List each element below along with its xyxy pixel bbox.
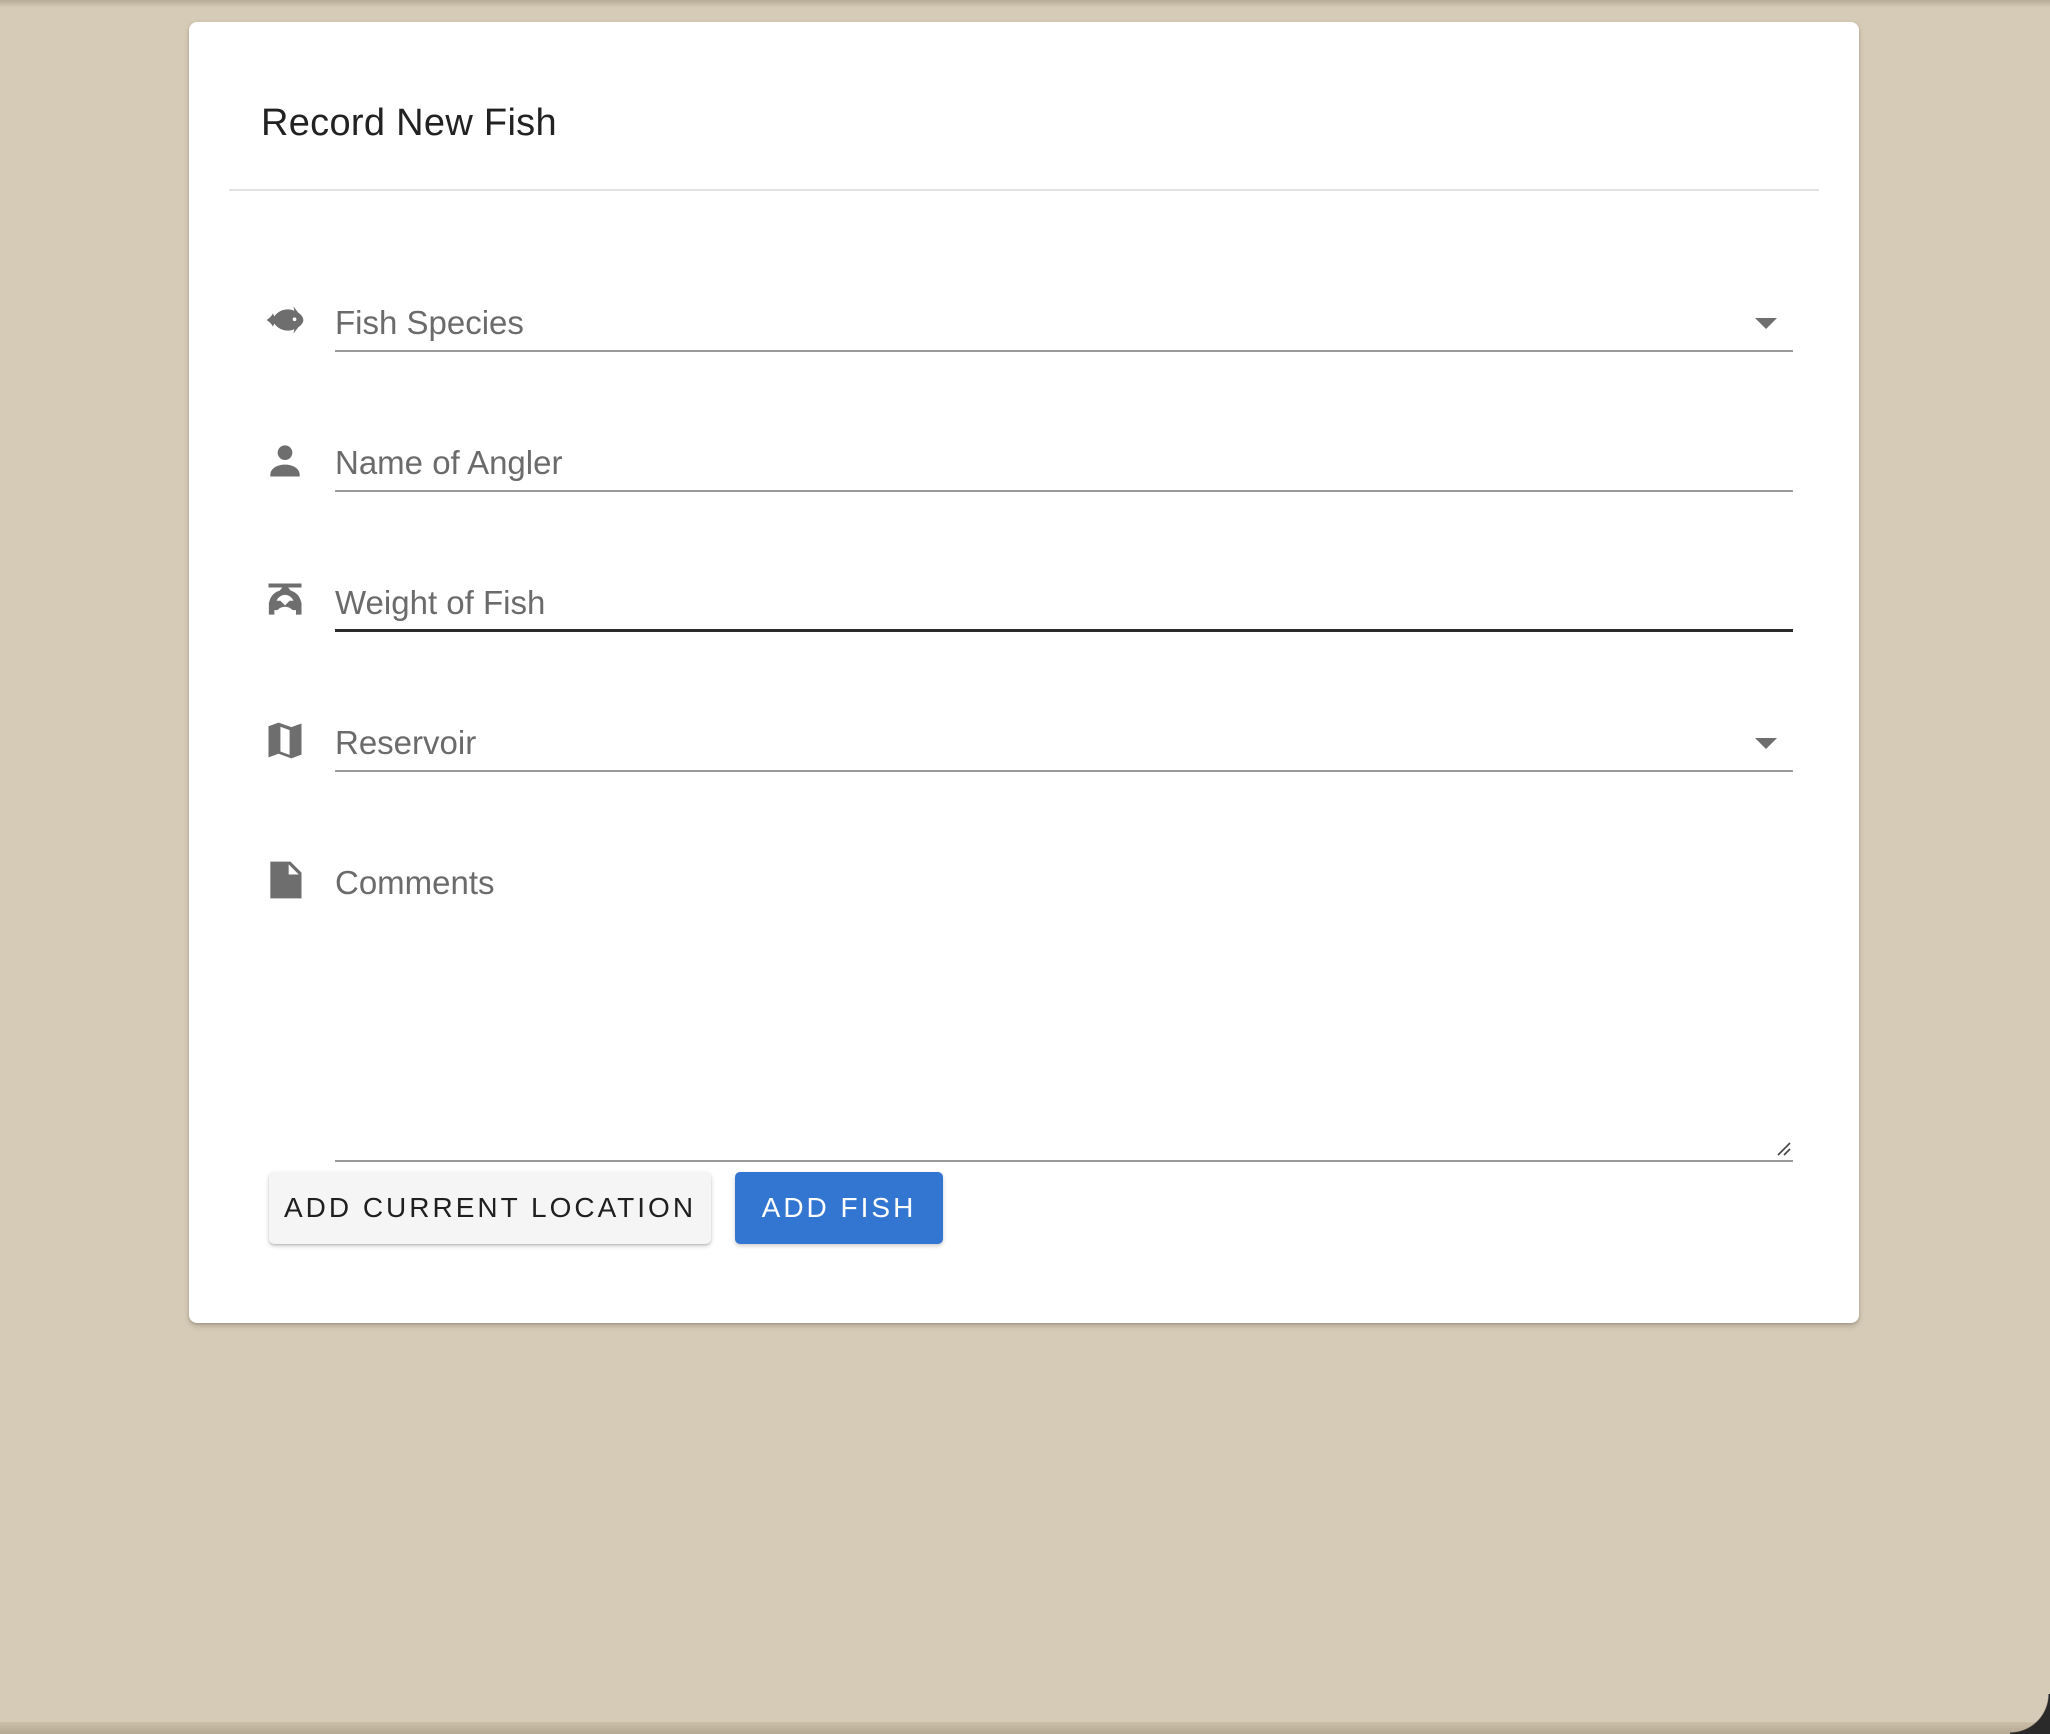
fish-species-underline <box>335 350 1793 352</box>
window-corner <box>2010 1694 2050 1734</box>
comments-label: Comments <box>335 864 495 901</box>
window-top-edge <box>0 0 2050 8</box>
card-title: Record New Fish <box>261 102 557 144</box>
fish-weight-underline <box>335 629 1793 632</box>
angler-name-underline <box>335 490 1793 492</box>
reservoir-select[interactable]: Reservoir <box>261 692 1793 772</box>
map-icon <box>261 716 309 764</box>
chevron-down-icon[interactable] <box>1755 318 1777 329</box>
add-fish-button[interactable]: ADD FISH <box>735 1172 943 1244</box>
fish-icon <box>261 296 309 344</box>
fish-weight-input[interactable]: Weight of Fish <box>261 552 1793 632</box>
add-current-location-button[interactable]: ADD CURRENT LOCATION <box>269 1172 711 1244</box>
resize-handle-icon[interactable] <box>1775 1140 1791 1156</box>
fish-weight-label: Weight of Fish <box>335 584 546 621</box>
comments-underline <box>335 1160 1793 1162</box>
angler-name-label: Name of Angler <box>335 444 563 481</box>
person-icon <box>261 436 309 484</box>
reservoir-underline <box>335 770 1793 772</box>
chevron-down-icon[interactable] <box>1755 738 1777 749</box>
angler-name-input[interactable]: Name of Angler <box>261 412 1793 492</box>
reservoir-label: Reservoir <box>335 724 477 761</box>
comments-textarea[interactable]: Comments <box>261 832 1793 1162</box>
fish-species-label: Fish Species <box>335 304 524 341</box>
title-divider <box>229 189 1819 191</box>
fish-species-select[interactable]: Fish Species <box>261 272 1793 352</box>
record-fish-card: Record New Fish Fish Species Name of Ang… <box>189 22 1859 1323</box>
scale-icon <box>261 576 309 624</box>
note-icon <box>261 856 309 904</box>
window-bottom-edge <box>0 1722 2050 1734</box>
